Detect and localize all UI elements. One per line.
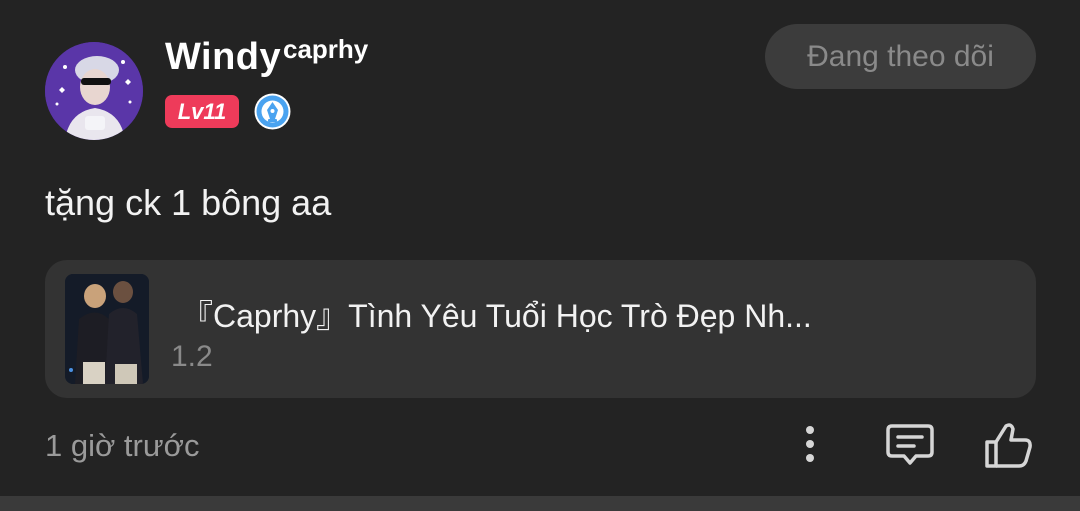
video-subtitle: 1.2: [171, 340, 213, 373]
video-title: 『Caprhy』Tình Yêu Tuổi Học Trò Đẹp Nh...: [181, 298, 812, 334]
following-button[interactable]: Đang theo dõi: [765, 24, 1036, 89]
comment-text: tặng ck 1 bông aa: [45, 182, 332, 223]
level-badge: Lv11: [165, 95, 239, 128]
creator-pen-icon: [254, 93, 291, 130]
thumbs-up-icon[interactable]: [983, 420, 1035, 472]
video-thumbnail: [65, 274, 149, 384]
linked-video-card[interactable]: 『Caprhy』Tình Yêu Tuổi Học Trò Đẹp Nh... …: [45, 260, 1036, 398]
username[interactable]: Windy: [165, 36, 281, 79]
user-avatar[interactable]: [45, 42, 143, 140]
comment-timestamp: 1 giờ trước: [45, 428, 200, 463]
comment-card: Windy caprhy Lv11 Đang theo dõi tặng ck …: [0, 0, 1080, 496]
divider: [0, 496, 1080, 511]
more-vertical-icon[interactable]: [784, 420, 836, 472]
comment-icon[interactable]: [884, 420, 936, 472]
username-tag: caprhy: [283, 34, 369, 64]
